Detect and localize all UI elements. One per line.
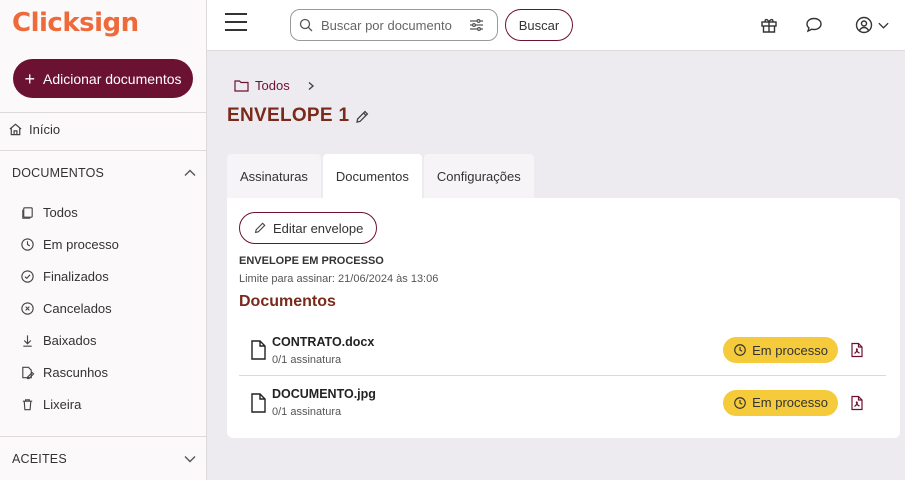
gift-icon[interactable] — [759, 15, 779, 35]
clicksign-logo[interactable]: Clicksign — [12, 8, 139, 38]
documents-panel: Editar envelope ENVELOPE EM PROCESSO Lim… — [227, 198, 900, 438]
documents-section-label: DOCUMENTOS — [12, 166, 105, 180]
search-box — [290, 9, 498, 41]
sidebar-item-rascunhos[interactable]: Rascunhos — [20, 356, 119, 388]
topbar: Buscar — [207, 0, 905, 51]
sidebar-item-label: Rascunhos — [43, 364, 109, 380]
file-icon — [251, 340, 266, 360]
tab-documentos[interactable]: Documentos — [322, 154, 422, 198]
pdf-file-icon[interactable] — [850, 395, 864, 411]
sidebar-item-label: Em processo — [43, 236, 119, 252]
document-row: CONTRATO.docx 0/1 assinatura Em processo — [239, 325, 886, 376]
sidebar-item-home[interactable]: Início — [8, 122, 60, 137]
menu-toggle-icon[interactable] — [225, 13, 247, 33]
sidebar-item-label: Lixeira — [43, 396, 82, 412]
add-documents-label: Adicionar documentos — [42, 70, 182, 87]
edit-envelope-label: Editar envelope — [273, 220, 364, 236]
clock-icon — [734, 344, 746, 356]
pencil-icon[interactable] — [354, 109, 370, 125]
sidebar-item-label: Todos — [43, 204, 78, 220]
documents-heading: Documentos — [239, 293, 336, 310]
search-input[interactable] — [321, 17, 461, 33]
sidebar-item-label: Cancelados — [43, 300, 112, 316]
sidebar-item-label: Baixados — [43, 332, 97, 348]
status-badge-label: Em processo — [752, 395, 828, 410]
divider — [0, 112, 207, 113]
envelope-tabs: Assinaturas Documentos Configurações — [227, 154, 534, 198]
sidebar-item-todos[interactable]: Todos — [20, 196, 119, 228]
folder-icon — [22, 206, 33, 219]
document-name[interactable]: DOCUMENTO.jpg — [272, 387, 723, 401]
sidebar-item-finalizados[interactable]: Finalizados — [20, 260, 119, 292]
chat-icon[interactable] — [804, 15, 824, 35]
status-badge: Em processo — [723, 389, 838, 416]
page-title: ENVELOPE 1 — [227, 105, 350, 126]
add-documents-button[interactable]: + Adicionar documentos — [13, 59, 193, 98]
plus-icon: + — [24, 68, 35, 89]
documents-nav: Todos Em processo Finalizados Cancelados… — [20, 196, 119, 420]
status-badge-label: Em processo — [752, 342, 828, 358]
pdf-file-icon[interactable] — [850, 342, 864, 358]
sidebar-item-home-label: Início — [29, 122, 61, 137]
tab-configuracoes[interactable]: Configurações — [423, 154, 534, 198]
sidebar-item-em-processo[interactable]: Em processo — [20, 228, 119, 260]
status-badge: Em processo — [723, 337, 838, 363]
sidebar-item-cancelados[interactable]: Cancelados — [20, 292, 119, 324]
breadcrumb-link-todos[interactable]: Todos — [255, 78, 290, 93]
document-signatures: 0/1 assinatura — [272, 353, 342, 366]
file-icon — [251, 392, 266, 413]
envelope-deadline: Limite para assinar: 21/06/2024 às 13:06 — [239, 273, 439, 285]
sidebar-item-lixeira[interactable]: Lixeira — [20, 388, 119, 420]
divider — [0, 436, 207, 437]
folder-icon — [234, 80, 249, 92]
check-circle-icon — [21, 269, 34, 283]
divider — [0, 150, 207, 151]
clock-icon — [734, 396, 746, 409]
x-circle-icon — [21, 301, 34, 315]
trash-icon — [22, 398, 33, 410]
documents-section-toggle[interactable]: DOCUMENTOS — [12, 166, 197, 180]
chevron-down-icon — [184, 456, 196, 463]
filter-icon[interactable] — [469, 18, 484, 32]
tab-assinaturas[interactable]: Assinaturas — [227, 154, 321, 198]
chevron-down-icon[interactable] — [877, 19, 890, 32]
sidebar-item-baixados[interactable]: Baixados — [20, 324, 119, 356]
user-icon[interactable] — [854, 15, 874, 35]
draft-icon — [22, 366, 35, 379]
chevron-right-icon — [308, 81, 314, 90]
home-icon — [9, 123, 22, 136]
chevron-up-icon — [184, 169, 196, 176]
pencil-icon — [254, 222, 266, 234]
clock-icon — [21, 237, 34, 251]
breadcrumb: Todos — [234, 78, 316, 93]
download-icon — [23, 334, 32, 347]
document-signatures: 0/1 assinatura — [272, 406, 342, 418]
aceites-section-label: ACEITES — [12, 452, 67, 466]
envelope-status: ENVELOPE EM PROCESSO — [239, 255, 384, 267]
sidebar-item-label: Finalizados — [43, 268, 109, 284]
document-name[interactable]: CONTRATO.docx — [272, 335, 723, 349]
search-icon — [299, 18, 313, 32]
search-button[interactable]: Buscar — [505, 9, 573, 41]
sidebar: Clicksign + Adicionar documentos Início … — [0, 0, 207, 480]
edit-envelope-button[interactable]: Editar envelope — [239, 212, 378, 244]
aceites-section-toggle[interactable]: ACEITES — [12, 452, 197, 466]
document-row: DOCUMENTO.jpg 0/1 assinatura Em processo — [239, 377, 886, 428]
